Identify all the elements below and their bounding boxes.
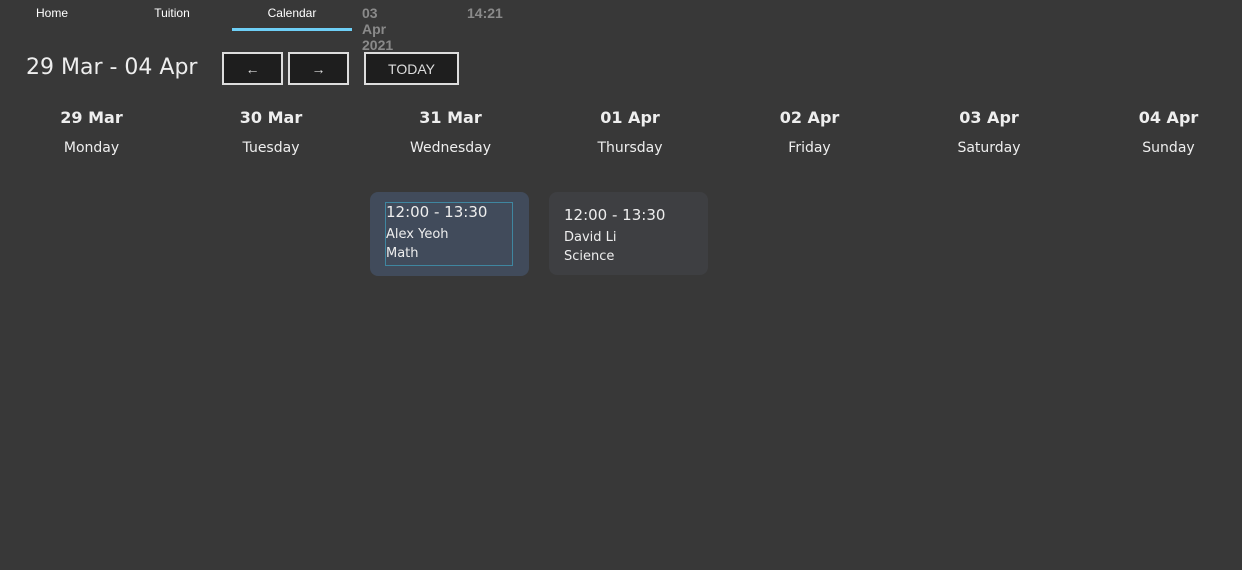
day-date: 04 Apr xyxy=(1138,108,1199,127)
event-focus: 12:00 - 13:30 Alex Yeoh Math xyxy=(385,202,513,266)
day-date: 30 Mar xyxy=(239,108,303,127)
event-card[interactable]: 12:00 - 13:30 Alex Yeoh Math xyxy=(370,192,529,276)
tab-calendar[interactable]: Calendar xyxy=(232,0,352,31)
current-date: 03 Apr 2021 xyxy=(362,5,394,53)
week-range-title: 29 Mar - 04 Apr xyxy=(26,55,198,80)
day-of-week: Friday xyxy=(788,140,831,156)
prev-week-button[interactable]: ← xyxy=(222,52,283,85)
next-week-button[interactable]: → xyxy=(288,52,349,85)
day-date: 31 Mar xyxy=(419,108,482,127)
event-subject: Science xyxy=(564,249,615,264)
day-date: 01 Apr xyxy=(600,108,660,127)
day-date: 29 Mar xyxy=(60,108,123,127)
day-date: 02 Apr xyxy=(779,108,840,127)
day-of-week: Sunday xyxy=(1142,140,1195,156)
day-column-header: 04 Apr Sunday xyxy=(1079,105,1242,156)
event-time: 12:00 - 13:30 xyxy=(564,206,666,224)
event-tutor: Alex Yeoh xyxy=(386,227,449,242)
current-time: 14:21 xyxy=(467,5,503,21)
day-column-header: 02 Apr Friday xyxy=(720,105,899,156)
tab-home[interactable]: Home xyxy=(0,0,112,28)
today-button[interactable]: TODAY xyxy=(364,52,459,85)
tab-tuition[interactable]: Tuition xyxy=(112,0,232,28)
day-of-week: Monday xyxy=(63,140,120,156)
day-column-header: 30 Mar Tuesday xyxy=(182,105,361,156)
day-column-header: 31 Mar Wednesday xyxy=(361,105,540,156)
day-column-header: 01 Apr Thursday xyxy=(541,105,720,156)
day-of-week: Thursday xyxy=(597,140,663,156)
day-of-week: Tuesday xyxy=(242,140,300,156)
day-column-header: 29 Mar Monday xyxy=(2,105,181,156)
day-date: 03 Apr xyxy=(959,108,1019,127)
event-time: 12:00 - 13:30 xyxy=(386,203,488,221)
event-subject: Math xyxy=(386,246,419,261)
day-column-header: 03 Apr Saturday xyxy=(900,105,1079,156)
event-tutor: David Li xyxy=(564,230,617,245)
event-card[interactable]: 12:00 - 13:30 David Li Science xyxy=(549,192,708,275)
day-of-week: Saturday xyxy=(957,140,1021,156)
day-of-week: Wednesday xyxy=(409,140,492,156)
